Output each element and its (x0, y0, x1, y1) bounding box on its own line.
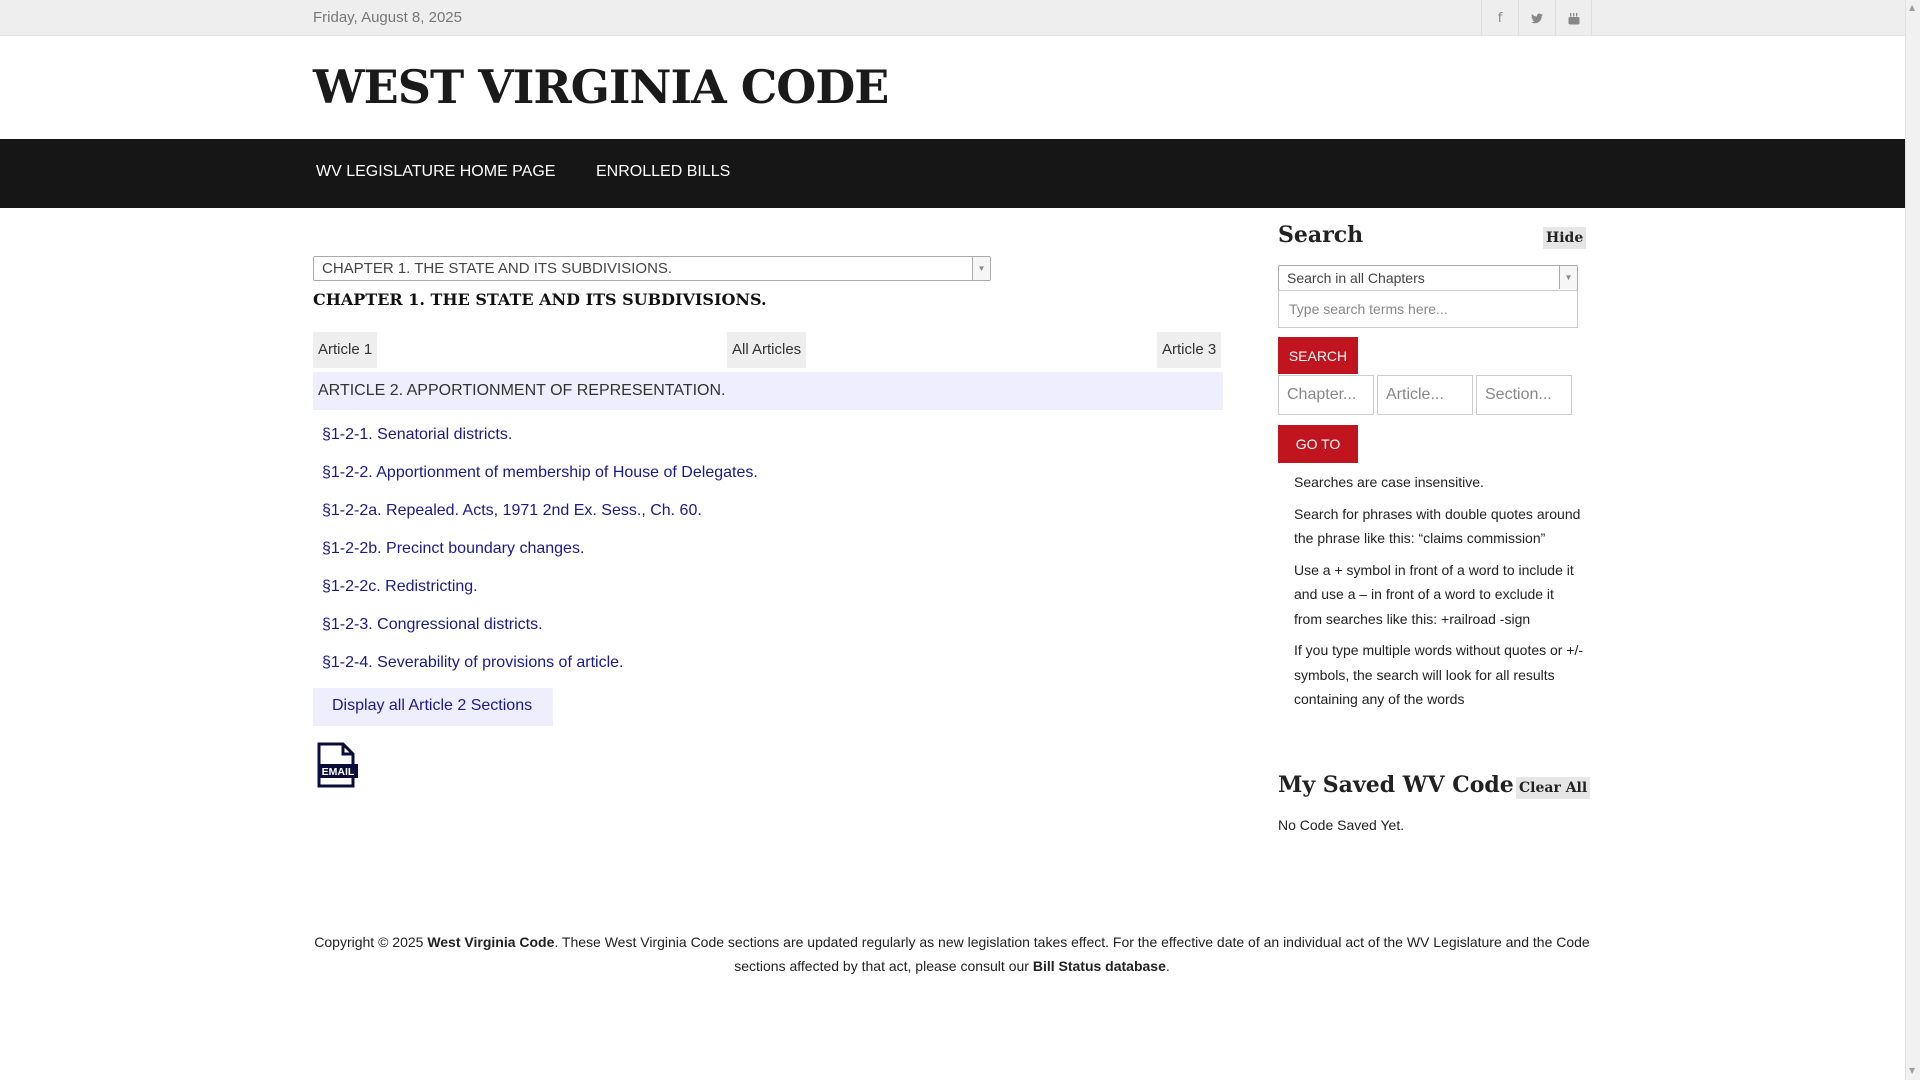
nav-legislature-home[interactable]: WV LEGISLATURE HOME PAGE (316, 163, 555, 181)
search-input[interactable] (1278, 290, 1578, 328)
twitter-bird-glyph (1531, 13, 1543, 23)
social-links: f (1481, 0, 1592, 36)
chapter-select-value: CHAPTER 1. THE STATE AND ITS SUBDIVISION… (322, 260, 673, 277)
list-item: §1-2-2a. Repealed. Acts, 1971 2nd Ex. Se… (322, 502, 758, 540)
list-item: §1-2-2. Apportionment of membership of H… (322, 464, 758, 502)
top-bar: Friday, August 8, 2025 f (0, 0, 1905, 36)
chevron-down-icon[interactable]: ▼ (972, 257, 990, 280)
hide-search-button[interactable]: Hide (1543, 227, 1587, 249)
search-scope-select[interactable]: Search in all Chapters ▼ (1278, 265, 1578, 291)
section-link[interactable]: §1-2-3. Congressional districts. (322, 616, 543, 633)
prev-article-link[interactable]: Article 1 (313, 332, 378, 368)
page-scrollbar[interactable]: ▲ ▼ (1905, 0, 1920, 1080)
section-link[interactable]: §1-2-2b. Precinct boundary changes. (322, 540, 584, 557)
go-to-button[interactable]: GO TO (1278, 425, 1358, 463)
search-tips: Searches are case insensitive. Search fo… (1294, 470, 1584, 719)
footer-brand: West Virginia Code (427, 934, 555, 950)
facebook-icon[interactable]: f (1481, 0, 1518, 36)
main-nav: WV LEGISLATURE HOME PAGE ENROLLED BILLS (0, 139, 1905, 208)
youtube-icon[interactable] (1555, 0, 1592, 36)
search-tip: Use a + symbol in front of a word to inc… (1294, 561, 1574, 627)
clear-all-button[interactable]: Clear All (1516, 777, 1591, 799)
footer-copyright: Copyright © 2025 (314, 934, 428, 950)
no-saved-message: No Code Saved Yet. (1278, 817, 1405, 833)
list-item: §1-2-4. Severability of provisions of ar… (322, 654, 758, 692)
scroll-up-icon[interactable]: ▲ (1909, 3, 1915, 12)
nav-enrolled-bills[interactable]: ENROLLED BILLS (596, 163, 730, 181)
list-item: §1-2-2c. Redistricting. (322, 578, 758, 616)
saved-code-heading: My Saved WV Code (1278, 772, 1514, 798)
all-articles-link[interactable]: All Articles (727, 332, 807, 368)
search-scope-value: Search in all Chapters (1287, 270, 1425, 286)
search-tip: Searches are case insensitive. (1294, 474, 1484, 490)
bill-status-link[interactable]: Bill Status database (1033, 958, 1166, 974)
list-item: §1-2-3. Congressional districts. (322, 616, 758, 654)
site-title[interactable]: WEST VIRGINIA CODE (313, 60, 889, 114)
section-input[interactable] (1476, 375, 1572, 415)
section-link[interactable]: §1-2-2. Apportionment of membership of H… (322, 464, 758, 481)
display-all-sections-button[interactable]: Display all Article 2 Sections (313, 688, 553, 726)
search-button[interactable]: SEARCH (1278, 337, 1358, 374)
list-item: §1-2-2b. Precinct boundary changes. (322, 540, 758, 578)
article-title: ARTICLE 2. APPORTIONMENT OF REPRESENTATI… (313, 372, 1223, 410)
list-item: §1-2-1. Senatorial districts. (322, 426, 758, 464)
scroll-down-icon[interactable]: ▼ (1909, 1066, 1915, 1075)
search-tip: If you type multiple words without quote… (1294, 642, 1584, 707)
search-tip: Search for phrases with double quotes ar… (1294, 505, 1581, 547)
section-link[interactable]: §1-2-2a. Repealed. Acts, 1971 2nd Ex. Se… (322, 502, 702, 519)
footer: Copyright © 2025 West Virginia Code. The… (313, 930, 1591, 978)
current-date: Friday, August 8, 2025 (313, 9, 462, 26)
section-link[interactable]: §1-2-1. Senatorial districts. (322, 426, 512, 443)
section-list: §1-2-1. Senatorial districts. §1-2-2. Ap… (322, 426, 758, 692)
section-link[interactable]: §1-2-4. Severability of provisions of ar… (322, 654, 623, 671)
email-icon-label: EMAIL (322, 766, 355, 778)
section-link[interactable]: §1-2-2c. Redistricting. (322, 578, 478, 595)
email-icon[interactable]: EMAIL (314, 742, 360, 788)
next-article-link[interactable]: Article 3 (1157, 332, 1222, 368)
article-input[interactable] (1377, 375, 1473, 415)
chapter-heading: CHAPTER 1. THE STATE AND ITS SUBDIVISION… (313, 290, 767, 309)
chapter-input[interactable] (1278, 375, 1374, 415)
chevron-down-icon[interactable]: ▼ (1559, 266, 1577, 289)
twitter-icon[interactable] (1518, 0, 1555, 36)
footer-period: . (1165, 958, 1170, 974)
search-heading: Search (1278, 222, 1364, 248)
youtube-glyph (1568, 12, 1579, 24)
chapter-select[interactable]: CHAPTER 1. THE STATE AND ITS SUBDIVISION… (313, 256, 991, 281)
